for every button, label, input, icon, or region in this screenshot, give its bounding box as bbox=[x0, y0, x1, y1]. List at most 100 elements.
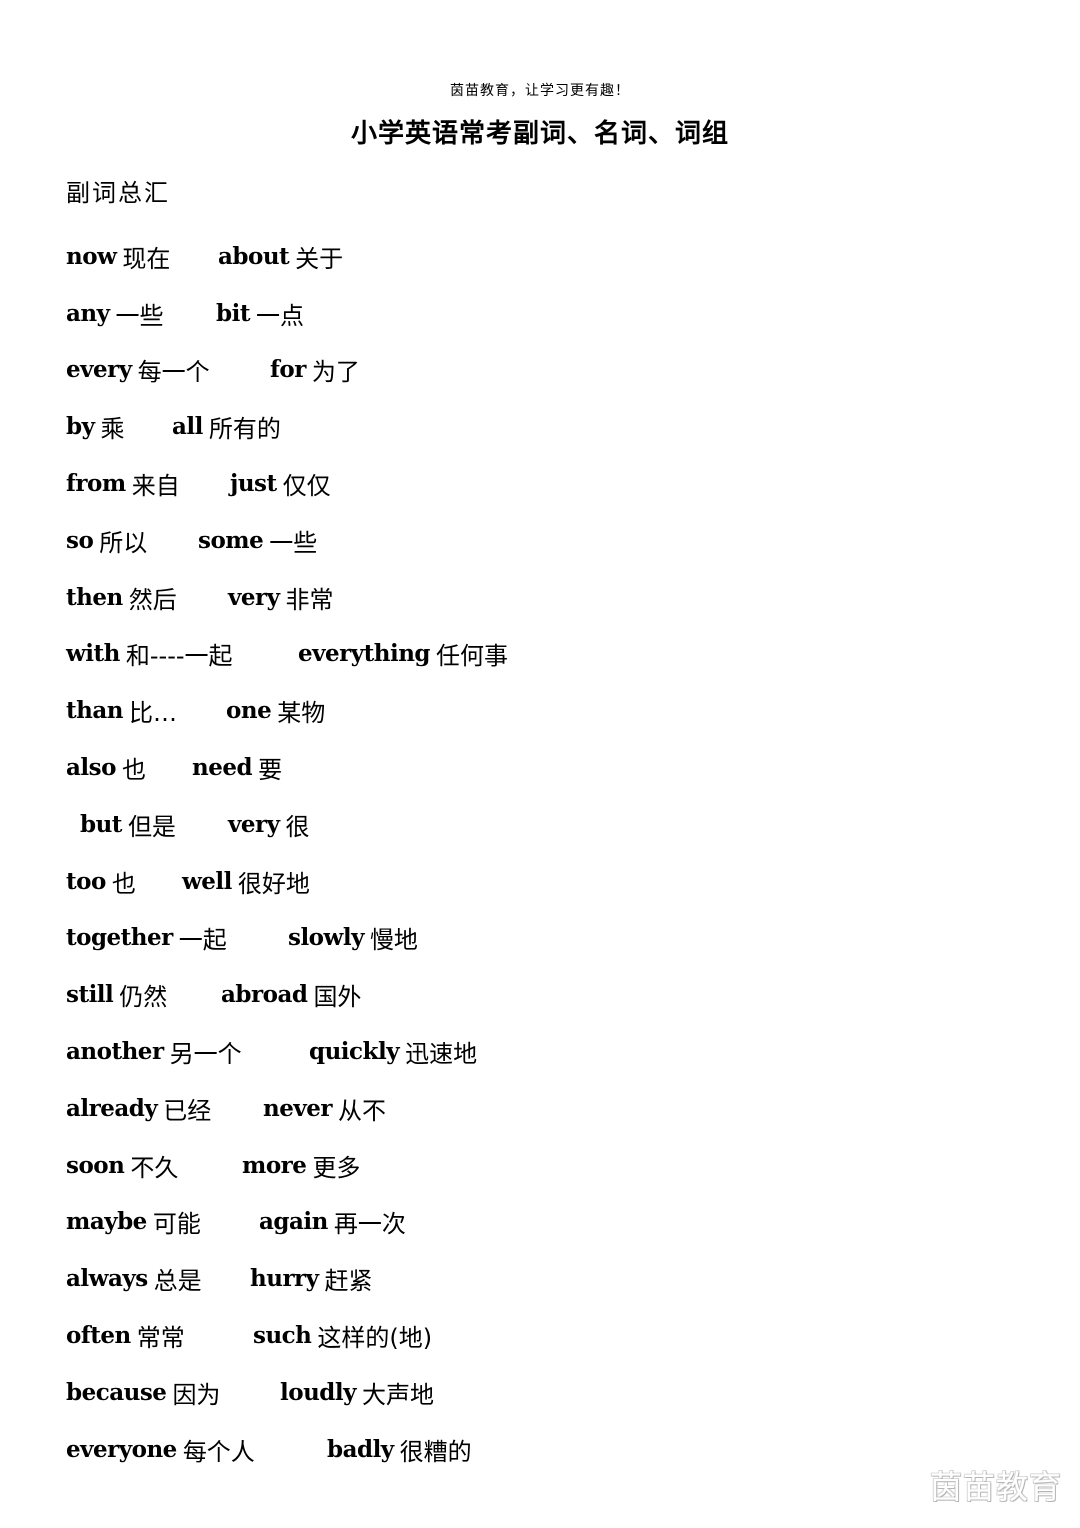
word-row: from 来自 just 仅仅 bbox=[66, 455, 966, 512]
english-word: need bbox=[192, 754, 253, 782]
english-word: well bbox=[182, 867, 232, 895]
english-word: because bbox=[66, 1378, 167, 1406]
word-pair-first: any 一些 bbox=[66, 296, 164, 331]
chinese-meaning: 任何事 bbox=[436, 642, 509, 671]
word-row: too 也 well 很好地 bbox=[66, 853, 966, 910]
word-pair-first: already 已经 bbox=[66, 1091, 211, 1126]
chinese-meaning: 然后 bbox=[128, 585, 177, 614]
chinese-meaning: 一些 bbox=[269, 528, 318, 557]
chinese-meaning: 迅速地 bbox=[405, 1040, 478, 1069]
word-pair-first: because 因为 bbox=[66, 1375, 220, 1410]
chinese-meaning: 和----一起 bbox=[125, 642, 233, 671]
word-row: with 和----一起 everything 任何事 bbox=[66, 626, 966, 683]
word-pair-first: together 一起 bbox=[66, 920, 227, 955]
english-word: soon bbox=[66, 1151, 125, 1179]
chinese-meaning: 慢地 bbox=[369, 926, 418, 955]
word-row: than 比… one 某物 bbox=[66, 682, 966, 739]
english-word: some bbox=[198, 526, 264, 554]
word-row: soon 不久 more 更多 bbox=[66, 1137, 966, 1194]
word-pair-second: well 很好地 bbox=[182, 864, 310, 899]
chinese-meaning: 仅仅 bbox=[282, 472, 331, 501]
english-word: still bbox=[66, 981, 114, 1009]
english-word: hurry bbox=[250, 1265, 319, 1293]
word-pair-second: never 从不 bbox=[263, 1091, 386, 1126]
word-row: then 然后 very 非常 bbox=[66, 569, 966, 626]
chinese-meaning: 更多 bbox=[312, 1153, 361, 1182]
word-pair-second: hurry 赶紧 bbox=[250, 1261, 373, 1296]
word-pair-second: everything 任何事 bbox=[298, 636, 508, 671]
english-word: more bbox=[242, 1151, 307, 1179]
chinese-meaning: 从不 bbox=[337, 1096, 386, 1125]
word-pair-first: another 另一个 bbox=[66, 1034, 242, 1069]
word-pair-second: slowly 慢地 bbox=[288, 920, 418, 955]
word-pair-first: with 和----一起 bbox=[66, 636, 233, 671]
english-word: another bbox=[66, 1038, 164, 1066]
word-row: by 乘 all 所有的 bbox=[66, 398, 966, 455]
english-word: too bbox=[66, 867, 106, 895]
english-word: badly bbox=[327, 1435, 394, 1463]
english-word: also bbox=[66, 754, 116, 782]
english-word: everything bbox=[298, 640, 431, 668]
word-row: so 所以 some 一些 bbox=[66, 512, 966, 569]
word-pair-first: too 也 bbox=[66, 864, 136, 899]
chinese-meaning: 非常 bbox=[285, 585, 334, 614]
word-pair-first: often 常常 bbox=[66, 1318, 185, 1353]
word-pair-first: than 比… bbox=[66, 693, 177, 728]
word-pair-second: bit 一点 bbox=[216, 296, 304, 331]
word-pair-first: by 乘 bbox=[66, 409, 124, 444]
chinese-meaning: 再一次 bbox=[333, 1210, 406, 1239]
english-word: so bbox=[66, 526, 94, 554]
word-pair-second: some 一些 bbox=[198, 523, 317, 558]
english-word: always bbox=[66, 1265, 148, 1293]
chinese-meaning: 每个人 bbox=[182, 1437, 255, 1466]
chinese-meaning: 不久 bbox=[130, 1153, 179, 1182]
english-word: with bbox=[66, 640, 120, 668]
chinese-meaning: 一起 bbox=[178, 926, 227, 955]
chinese-meaning: 但是 bbox=[127, 812, 176, 841]
word-pair-second: for 为了 bbox=[270, 352, 360, 387]
chinese-meaning: 很糟的 bbox=[399, 1437, 472, 1466]
english-word: maybe bbox=[66, 1208, 147, 1236]
word-pair-first: from 来自 bbox=[66, 466, 180, 501]
chinese-meaning: 很 bbox=[285, 812, 310, 841]
word-pair-first: maybe 可能 bbox=[66, 1204, 201, 1239]
header-note: 茵苗教育，让学习更有趣！ bbox=[450, 83, 630, 99]
english-word: such bbox=[253, 1322, 312, 1350]
english-word: for bbox=[270, 356, 306, 384]
word-row: together 一起 slowly 慢地 bbox=[66, 910, 966, 967]
english-word: together bbox=[66, 924, 173, 952]
english-word: from bbox=[66, 470, 126, 498]
word-pair-first: so 所以 bbox=[66, 523, 147, 558]
word-row: everyone 每个人 badly 很糟的 bbox=[66, 1421, 966, 1478]
english-word: slowly bbox=[288, 924, 364, 952]
english-word: than bbox=[66, 697, 123, 725]
english-word: loudly bbox=[280, 1378, 356, 1406]
english-word: very bbox=[228, 583, 280, 611]
english-word: about bbox=[218, 242, 290, 270]
word-pair-first: but 但是 bbox=[80, 807, 176, 842]
chinese-meaning: 所以 bbox=[99, 528, 148, 557]
chinese-meaning: 可能 bbox=[152, 1210, 201, 1239]
chinese-meaning: 总是 bbox=[153, 1267, 202, 1296]
chinese-meaning: 赶紧 bbox=[324, 1267, 373, 1296]
chinese-meaning: 这样的(地) bbox=[317, 1324, 433, 1353]
english-word: all bbox=[172, 413, 203, 441]
english-word: bit bbox=[216, 299, 250, 327]
word-row: already 已经 never 从不 bbox=[66, 1080, 966, 1137]
chinese-meaning: 一点 bbox=[255, 301, 304, 330]
chinese-meaning: 所有的 bbox=[208, 415, 281, 444]
word-pair-second: again 再一次 bbox=[259, 1204, 406, 1239]
word-pair-second: just 仅仅 bbox=[230, 466, 331, 501]
word-row: another 另一个 quickly 迅速地 bbox=[66, 1023, 966, 1080]
english-word: everyone bbox=[66, 1435, 177, 1463]
chinese-meaning: 因为 bbox=[172, 1380, 221, 1409]
page-title: 小学英语常考副词、名词、词组 bbox=[350, 119, 729, 149]
word-pair-second: all 所有的 bbox=[172, 409, 281, 444]
word-row: any 一些 bit 一点 bbox=[66, 285, 966, 342]
chinese-meaning: 比… bbox=[128, 699, 177, 728]
chinese-meaning: 已经 bbox=[163, 1096, 212, 1125]
english-word: already bbox=[66, 1094, 158, 1122]
chinese-meaning: 要 bbox=[258, 756, 283, 785]
english-word: by bbox=[66, 413, 95, 441]
english-word: one bbox=[226, 697, 272, 725]
